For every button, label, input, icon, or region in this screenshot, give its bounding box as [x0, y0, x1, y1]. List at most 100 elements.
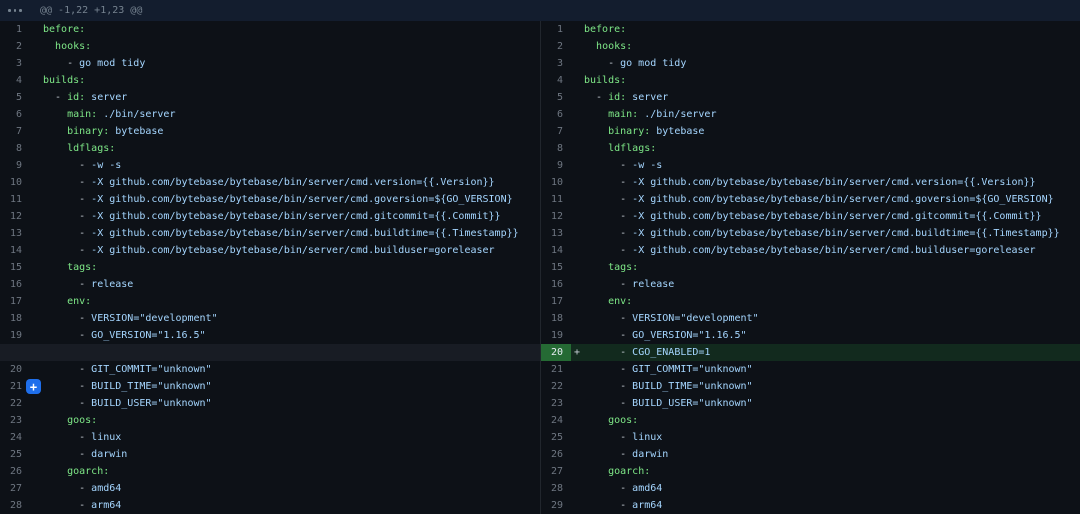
line-number[interactable]: 16 — [541, 276, 571, 293]
diff-row: 26 goarch: — [0, 463, 540, 480]
line-number[interactable]: 19 — [541, 327, 571, 344]
code-line: env: — [571, 293, 1080, 310]
line-number[interactable]: 25 — [0, 446, 30, 463]
line-number[interactable]: 13 — [0, 225, 30, 242]
line-number[interactable]: 26 — [0, 463, 30, 480]
yaml-plain: - — [584, 449, 632, 460]
diff-row: 9 - -w -s — [541, 157, 1080, 174]
line-number[interactable]: 18 — [541, 310, 571, 327]
add-comment-button[interactable]: + — [26, 379, 41, 394]
line-number[interactable]: 14 — [541, 242, 571, 259]
line-number[interactable]: 13 — [541, 225, 571, 242]
line-number[interactable]: 18 — [0, 310, 30, 327]
code-line: - GIT_COMMIT="unknown" — [30, 361, 540, 378]
marker-spacer — [571, 174, 584, 191]
line-number[interactable]: 1 — [0, 21, 30, 38]
line-number[interactable]: 11 — [541, 191, 571, 208]
line-number[interactable]: 11 — [0, 191, 30, 208]
line-number[interactable]: 4 — [541, 72, 571, 89]
line-number[interactable]: 19 — [0, 327, 30, 344]
line-number[interactable]: 3 — [0, 55, 30, 72]
line-number[interactable]: 21 — [541, 361, 571, 378]
marker-spacer — [30, 361, 43, 378]
line-number[interactable]: 4 — [0, 72, 30, 89]
line-number[interactable]: 24 — [0, 429, 30, 446]
line-number[interactable]: 12 — [541, 208, 571, 225]
yaml-plain — [584, 109, 608, 120]
line-number[interactable]: 7 — [541, 123, 571, 140]
line-number[interactable]: 28 — [541, 480, 571, 497]
marker-spacer — [571, 55, 584, 72]
line-number[interactable]: 29 — [541, 497, 571, 514]
line-number[interactable]: 2 — [0, 38, 30, 55]
marker-spacer — [30, 38, 43, 55]
diff-row: 11 - -X github.com/bytebase/bytebase/bin… — [0, 191, 540, 208]
line-number[interactable]: 5 — [541, 89, 571, 106]
marker-spacer — [571, 208, 584, 225]
line-number[interactable]: 8 — [541, 140, 571, 157]
diff-row: 27 - amd64 — [0, 480, 540, 497]
line-number[interactable]: 9 — [541, 157, 571, 174]
diff-row: 7 binary: bytebase — [0, 123, 540, 140]
marker-spacer — [30, 21, 43, 38]
yaml-plain: - — [43, 194, 91, 205]
yaml-value: -X github.com/bytebase/bytebase/bin/serv… — [91, 177, 494, 188]
line-number[interactable]: 15 — [541, 259, 571, 276]
code-line: before: — [30, 21, 540, 38]
line-number[interactable]: 28 — [0, 497, 30, 514]
code-line: - VERSION="development" — [571, 310, 1080, 327]
line-number[interactable]: 7 — [0, 123, 30, 140]
line-number[interactable]: 8 — [0, 140, 30, 157]
line-number[interactable]: 17 — [541, 293, 571, 310]
code-line: - -X github.com/bytebase/bytebase/bin/se… — [571, 225, 1080, 242]
line-number[interactable]: 6 — [541, 106, 571, 123]
code-line: - -X github.com/bytebase/bytebase/bin/se… — [30, 242, 540, 259]
line-number[interactable]: 17 — [0, 293, 30, 310]
yaml-plain: - — [584, 92, 608, 103]
code-line: - go mod tidy — [571, 55, 1080, 72]
line-number[interactable]: 10 — [0, 174, 30, 191]
marker-spacer — [571, 140, 584, 157]
yaml-plain: - — [43, 364, 91, 375]
line-number[interactable]: 16 — [0, 276, 30, 293]
added-marker: + — [571, 344, 584, 361]
line-number[interactable]: 10 — [541, 174, 571, 191]
yaml-plain — [43, 296, 67, 307]
line-number[interactable]: 3 — [541, 55, 571, 72]
diff-row: 4 builds: — [541, 72, 1080, 89]
yaml-plain: - — [584, 228, 632, 239]
line-number[interactable]: 25 — [541, 429, 571, 446]
line-number[interactable]: 22 — [541, 378, 571, 395]
diff-row: 8 ldflags: — [0, 140, 540, 157]
line-number[interactable]: 27 — [0, 480, 30, 497]
marker-spacer — [30, 446, 43, 463]
line-number[interactable]: 23 — [0, 412, 30, 429]
line-number[interactable]: 9 — [0, 157, 30, 174]
line-number[interactable]: 1 — [541, 21, 571, 38]
line-number[interactable]: 23 — [541, 395, 571, 412]
marker-spacer — [571, 191, 584, 208]
line-number[interactable]: 24 — [541, 412, 571, 429]
line-number[interactable]: 20 — [0, 361, 30, 378]
kebab-horizontal-icon[interactable] — [0, 0, 30, 21]
line-number[interactable]: 27 — [541, 463, 571, 480]
line-number[interactable]: 15 — [0, 259, 30, 276]
line-number[interactable]: 5 — [0, 89, 30, 106]
line-number[interactable]: 20 — [541, 344, 571, 361]
code-line: env: — [30, 293, 540, 310]
yaml-value: amd64 — [632, 483, 662, 494]
line-number[interactable]: 2 — [541, 38, 571, 55]
yaml-plain — [43, 109, 67, 120]
line-number[interactable]: 6 — [0, 106, 30, 123]
line-number[interactable]: 26 — [541, 446, 571, 463]
line-number[interactable]: 22 — [0, 395, 30, 412]
marker-spacer — [571, 310, 584, 327]
diff-row: 12 - -X github.com/bytebase/bytebase/bin… — [541, 208, 1080, 225]
yaml-value: ./bin/server — [638, 109, 716, 120]
marker-spacer — [30, 157, 43, 174]
code-line: - -w -s — [30, 157, 540, 174]
line-number[interactable]: 14 — [0, 242, 30, 259]
line-number[interactable]: 12 — [0, 208, 30, 225]
yaml-value: -X github.com/bytebase/bytebase/bin/serv… — [632, 194, 1053, 205]
marker-spacer — [30, 55, 43, 72]
